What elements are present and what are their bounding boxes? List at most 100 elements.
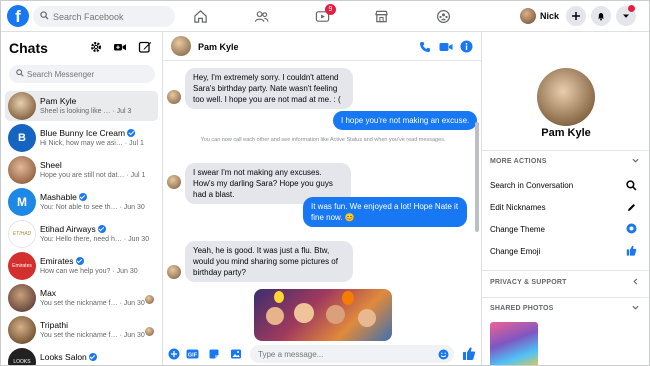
conversation-item-looks-salon[interactable]: LOOKS Looks Salon xyxy=(5,347,158,365)
facebook-logo[interactable]: f xyxy=(7,5,29,27)
seen-indicator-avatar xyxy=(145,295,154,304)
action-edit-nicknames[interactable]: Edit Nicknames xyxy=(490,203,546,212)
divider xyxy=(482,270,649,271)
message-outgoing[interactable]: It was fun. We enjoyed a lot! Hope Nate … xyxy=(303,197,467,227)
conversation-preview: You set the nickname f… · Jun 30 xyxy=(40,332,145,339)
nav-watch-tab[interactable]: 9 xyxy=(300,4,344,27)
avatar: ETIHAD xyxy=(8,220,36,248)
contact-avatar[interactable] xyxy=(171,36,191,56)
facebook-search-bar[interactable] xyxy=(33,6,175,27)
watch-notification-badge: 9 xyxy=(325,4,336,15)
plus-icon xyxy=(572,12,580,20)
conversation-name: Tripathi xyxy=(40,320,69,330)
conversation-item-pam-kyle[interactable]: Pam Kyle Sheel is looking like … · Jul 3 xyxy=(5,91,158,121)
search-icon xyxy=(16,69,24,77)
verified-badge-icon xyxy=(127,129,136,137)
sender-avatar xyxy=(167,175,181,189)
chevron-down-icon[interactable] xyxy=(632,157,639,164)
video-call-icon[interactable] xyxy=(439,41,453,53)
message-incoming[interactable]: Yeah, he is good. It was just a flu. Btw… xyxy=(185,241,353,282)
verified-badge-icon xyxy=(97,225,106,233)
messenger-window: f 9 Nick xyxy=(0,0,650,366)
chats-sidebar: Chats Pam Kyle Sheel is looking like … ·… xyxy=(1,32,163,365)
shared-photo-thumbnail[interactable] xyxy=(490,322,538,365)
chevron-left-icon[interactable] xyxy=(632,278,639,285)
create-button[interactable] xyxy=(566,6,586,26)
sender-avatar xyxy=(167,90,181,104)
nav-home-tab[interactable] xyxy=(178,5,222,27)
bell-icon xyxy=(598,13,604,21)
info-icon[interactable] xyxy=(460,40,473,53)
conversation-item-tripathi[interactable]: Tripathi You set the nickname f… · Jun 3… xyxy=(5,315,158,345)
more-actions-header[interactable]: MORE ACTIONS xyxy=(490,158,547,165)
pencil-icon xyxy=(628,204,635,211)
home-icon xyxy=(193,9,207,23)
avatar xyxy=(8,316,36,344)
privacy-support-header[interactable]: PRIVACY & SUPPORT xyxy=(490,279,567,286)
emoji-icon[interactable] xyxy=(438,349,449,360)
conversation-name: Mashable xyxy=(40,192,87,202)
conversation-header: Pam Kyle xyxy=(163,32,481,61)
gear-icon[interactable] xyxy=(89,40,103,54)
system-message: You can now call each other and see info… xyxy=(200,137,446,143)
verified-badge-icon xyxy=(88,353,97,361)
theme-icon xyxy=(626,223,637,234)
message-incoming[interactable]: Hey, I'm extremely sorry. I couldn't att… xyxy=(185,68,353,109)
avatar xyxy=(8,92,36,120)
action-change-emoji[interactable]: Change Emoji xyxy=(490,247,540,256)
contact-name[interactable]: Pam Kyle xyxy=(198,42,239,52)
notifications-button[interactable] xyxy=(591,6,611,26)
conversation-item-blue-bunny[interactable]: B Blue Bunny Ice Cream Hi Nick, how may … xyxy=(5,123,158,153)
contact-profile-picture[interactable] xyxy=(537,68,595,126)
plus-circle-icon[interactable] xyxy=(168,348,180,360)
conversation-item-max[interactable]: Max You set the nickname f… · Jun 30 xyxy=(5,283,158,313)
conversation-name: Blue Bunny Ice Cream xyxy=(40,128,136,138)
action-search-in-conversation[interactable]: Search in Conversation xyxy=(490,181,573,190)
shared-photos-header[interactable]: SHARED PHOTOS xyxy=(490,305,554,312)
phone-call-icon[interactable] xyxy=(419,41,431,53)
top-navigation-bar: f 9 Nick xyxy=(1,1,649,32)
nav-marketplace-tab[interactable] xyxy=(359,5,403,27)
chevron-down-icon[interactable] xyxy=(632,304,639,311)
divider xyxy=(482,150,649,151)
conversation-item-emirates[interactable]: Emirates Emirates How can we help you? ·… xyxy=(5,251,158,281)
shared-party-photo[interactable] xyxy=(254,289,392,341)
verified-badge-icon xyxy=(75,257,84,265)
gif-icon[interactable]: GIF xyxy=(186,348,199,360)
thumbs-up-icon[interactable] xyxy=(462,346,476,361)
photo-icon[interactable] xyxy=(230,348,242,360)
conversation-preview: You: Hello there, need h… · Jun 30 xyxy=(40,236,150,243)
profile-shortcut[interactable]: Nick xyxy=(520,6,559,26)
search-icon xyxy=(40,11,49,20)
conversation-info-panel: Pam Kyle MORE ACTIONS Search in Conversa… xyxy=(481,32,649,365)
message-outgoing[interactable]: I hope you're not making an excuse. xyxy=(333,111,478,130)
facebook-search-input[interactable] xyxy=(53,8,171,25)
avatar xyxy=(8,156,36,184)
conversation-scrollbar[interactable] xyxy=(475,122,479,232)
chats-title: Chats xyxy=(9,40,48,56)
account-alert-dot xyxy=(628,5,635,12)
seen-indicator-avatar xyxy=(145,327,154,336)
conversation-name: Emirates xyxy=(40,256,84,266)
user-name: Nick xyxy=(540,11,560,21)
conversation-item-etihad[interactable]: ETIHAD Etihad Airways You: Hello there, … xyxy=(5,219,158,249)
action-change-theme[interactable]: Change Theme xyxy=(490,225,545,234)
message-input[interactable] xyxy=(250,345,454,363)
conversation-item-mashable[interactable]: M Mashable You: Not able to see th… · Ju… xyxy=(5,187,158,217)
conversation-preview: You set the nickname f… · Jun 30 xyxy=(40,300,145,307)
avatar: B xyxy=(8,124,36,152)
nav-groups-tab[interactable] xyxy=(421,5,465,27)
compose-icon[interactable] xyxy=(138,40,152,54)
nav-friends-tab[interactable] xyxy=(239,5,283,27)
messenger-search-bar[interactable] xyxy=(9,65,155,83)
conversation-name: Etihad Airways xyxy=(40,224,106,234)
conversation-name: Pam Kyle xyxy=(40,96,77,106)
account-menu-button[interactable] xyxy=(616,5,636,26)
contact-profile-name[interactable]: Pam Kyle xyxy=(482,127,649,139)
video-call-room-icon[interactable] xyxy=(113,40,127,54)
messenger-search-input[interactable] xyxy=(27,66,151,82)
divider xyxy=(482,297,649,298)
conversation-item-sheel[interactable]: Sheel Hope you are still not dat… · Jul … xyxy=(5,155,158,185)
sticker-icon[interactable] xyxy=(208,348,220,360)
conversation-name: Max xyxy=(40,288,57,298)
